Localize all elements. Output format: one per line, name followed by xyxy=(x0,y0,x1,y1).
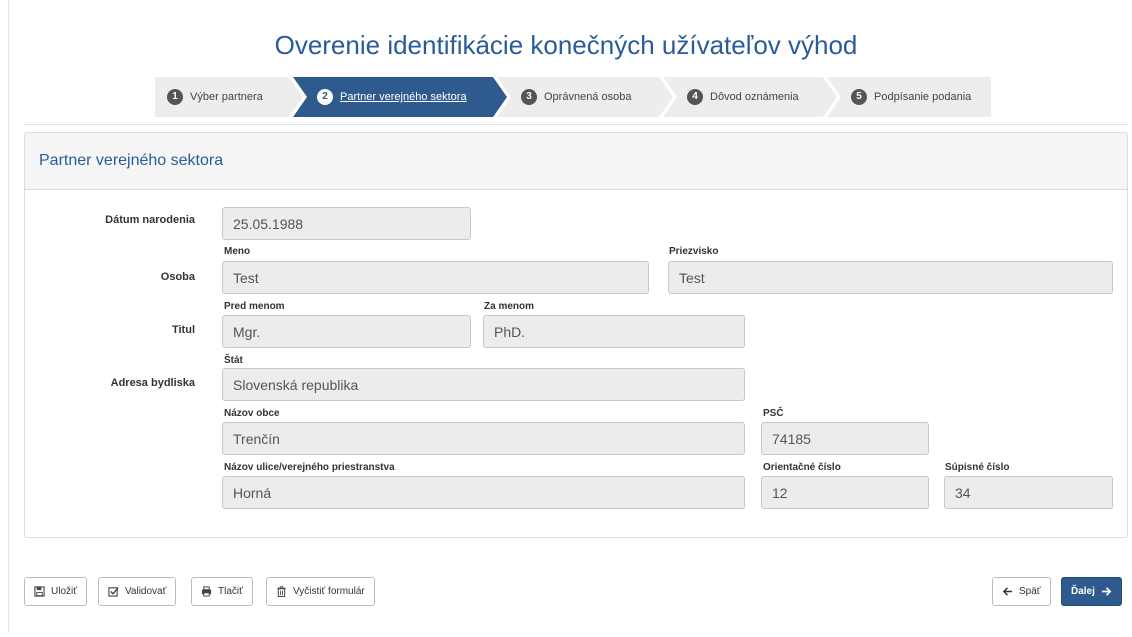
first-name-label: Meno xyxy=(224,246,251,257)
step-label: Partner verejného sektora xyxy=(340,91,467,103)
step-label: Oprávnená osoba xyxy=(544,91,632,103)
birth-date-input[interactable] xyxy=(222,207,471,240)
postal-code-label: PSČ xyxy=(763,408,784,419)
street-label: Názov ulice/verejného priestranstva xyxy=(224,462,395,473)
wizard-step-4[interactable]: 4 Dôvod oznámenia xyxy=(663,77,837,117)
title-after-label: Za menom xyxy=(484,301,535,312)
save-button[interactable]: Uložiť xyxy=(24,577,87,606)
save-label: Uložiť xyxy=(51,586,77,597)
arrow-left-icon xyxy=(1002,587,1013,596)
registry-number-label: Súpisné číslo xyxy=(945,462,1010,473)
page-title: Overenie identifikácie konečných užívate… xyxy=(274,30,858,60)
print-label: Tlačiť xyxy=(218,586,243,597)
form-panel: Partner verejného sektora Dátum narodeni… xyxy=(24,132,1128,538)
title-before-label: Pred menom xyxy=(224,301,285,312)
step-label: Výber partnera xyxy=(190,91,263,103)
wizard-step-2[interactable]: 2 Partner verejného sektora xyxy=(293,77,507,117)
title-row-label: Titul xyxy=(171,324,195,336)
panel-heading: Partner verejného sektora xyxy=(25,133,1127,190)
registry-number-input[interactable] xyxy=(944,476,1113,509)
municipality-label: Názov obce xyxy=(224,408,280,419)
back-label: Späť xyxy=(1019,586,1041,597)
step-number: 1 xyxy=(167,89,183,105)
check-square-icon xyxy=(108,587,119,597)
step-number: 2 xyxy=(317,89,333,105)
street-input[interactable] xyxy=(222,476,745,509)
country-input[interactable] xyxy=(222,368,745,401)
trash-icon xyxy=(277,586,286,597)
wizard-steps: 1 Výber partnera 2 Partner verejného sek… xyxy=(0,77,1132,117)
municipality-input[interactable] xyxy=(222,422,745,455)
wizard-step-3[interactable]: 3 Oprávnená osoba xyxy=(497,77,673,117)
title-after-input[interactable] xyxy=(483,315,745,348)
next-button[interactable]: Ďalej xyxy=(1061,577,1122,606)
step-label: Dôvod oznámenia xyxy=(710,91,799,103)
orientation-number-input[interactable] xyxy=(761,476,929,509)
arrow-right-icon xyxy=(1101,587,1112,596)
clear-form-button[interactable]: Vyčistiť formulár xyxy=(266,577,375,606)
back-button[interactable]: Späť xyxy=(992,577,1051,606)
next-label: Ďalej xyxy=(1071,586,1095,597)
last-name-label: Priezvisko xyxy=(669,246,719,257)
printer-icon xyxy=(201,586,212,597)
address-row-label: Adresa bydliska xyxy=(110,377,195,389)
step-number: 5 xyxy=(851,89,867,105)
step-label: Podpísanie podania xyxy=(874,91,972,103)
title-before-input[interactable] xyxy=(222,315,471,348)
orientation-number-label: Orientačné číslo xyxy=(763,462,841,473)
print-button[interactable]: Tlačiť xyxy=(191,577,253,606)
validate-button[interactable]: Validovať xyxy=(98,577,177,606)
birth-date-row-label: Dátum narodenia xyxy=(105,214,195,226)
step-number: 3 xyxy=(521,89,537,105)
country-label: Štát xyxy=(224,355,243,366)
wizard-step-5[interactable]: 5 Podpísanie podania xyxy=(827,77,991,117)
floppy-disk-icon xyxy=(34,586,45,597)
wizard-step-1[interactable]: 1 Výber partnera xyxy=(155,77,303,117)
clear-form-label: Vyčistiť formulár xyxy=(293,586,365,597)
person-row-label: Osoba xyxy=(160,271,195,283)
postal-code-input[interactable] xyxy=(761,422,929,455)
step-number: 4 xyxy=(687,89,703,105)
validate-label: Validovať xyxy=(125,586,167,597)
first-name-input[interactable] xyxy=(222,261,649,294)
header-divider xyxy=(24,124,1128,125)
last-name-input[interactable] xyxy=(668,261,1113,294)
